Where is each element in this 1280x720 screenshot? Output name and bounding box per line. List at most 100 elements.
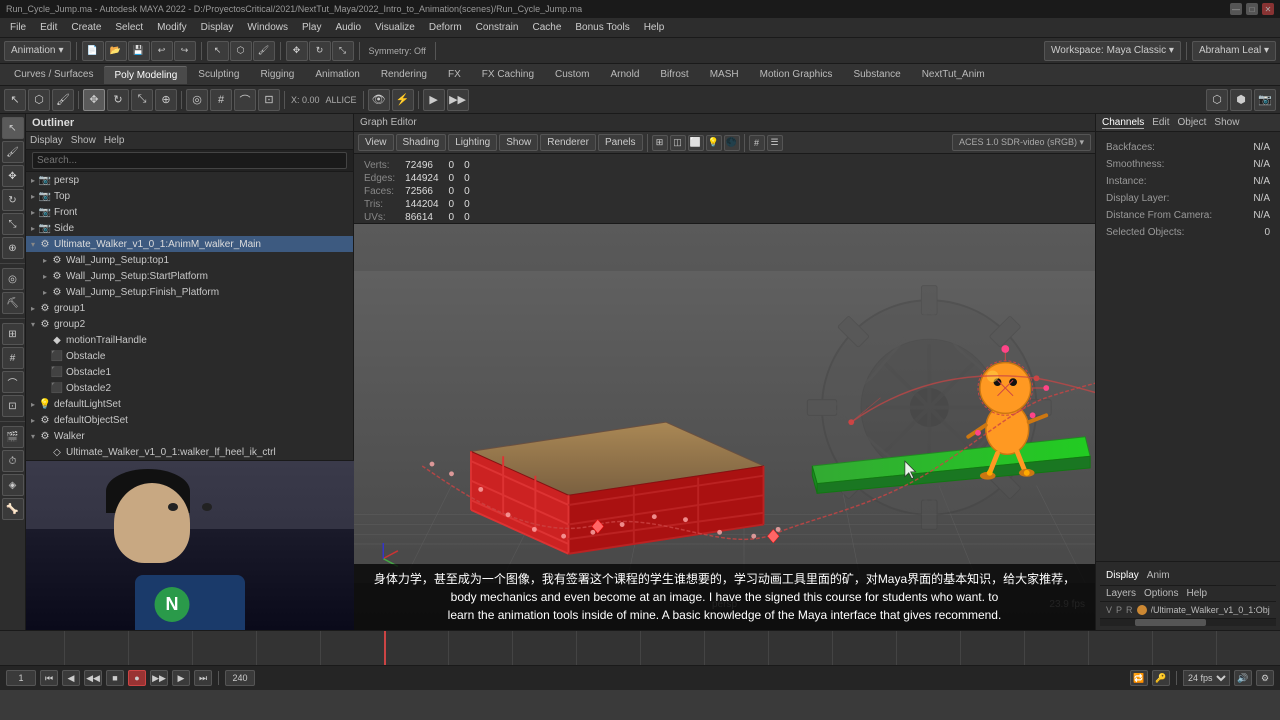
scale-tool[interactable]: ⤡	[131, 89, 153, 111]
render-frame-tool[interactable]: ▶	[423, 89, 445, 111]
go-end-btn[interactable]: ⏭	[194, 670, 212, 686]
sound-btn[interactable]: 🔊	[1234, 670, 1252, 686]
menu-display[interactable]: Display	[195, 20, 240, 35]
start-frame-input[interactable]	[6, 670, 36, 686]
help-sub[interactable]: Help	[1186, 588, 1207, 599]
channels-tab[interactable]: Channels	[1102, 117, 1144, 129]
rigging-side[interactable]: 🦴	[2, 498, 24, 520]
shadow-btn[interactable]: 🌑	[724, 135, 740, 151]
soft-select-tool[interactable]: ◎	[186, 89, 208, 111]
maximize-button[interactable]: □	[1246, 3, 1258, 15]
timeline-bar[interactable]	[0, 631, 1280, 666]
universal-tool[interactable]: ⊕	[155, 89, 177, 111]
key-btn[interactable]: 🔑	[1152, 670, 1170, 686]
grid-btn[interactable]: #	[749, 135, 765, 151]
tab-rigging[interactable]: Rigging	[250, 66, 304, 83]
tree-expand-arrow[interactable]: ▾	[28, 240, 38, 249]
tree-item-wall_jump1[interactable]: ▸⚙Wall_Jump_Setup:top1	[26, 252, 353, 268]
tree-item-persp[interactable]: ▸📷persp	[26, 172, 353, 188]
menu-modify[interactable]: Modify	[151, 20, 192, 35]
menu-bonus tools[interactable]: Bonus Tools	[569, 20, 635, 35]
view-menu[interactable]: View	[358, 134, 394, 151]
play-fwd-btn[interactable]: ▶▶	[150, 670, 168, 686]
tab-animation[interactable]: Animation	[305, 66, 369, 83]
tab-substance[interactable]: Substance	[843, 66, 910, 83]
tab-poly-modeling[interactable]: Poly Modeling	[104, 66, 187, 84]
record-btn[interactable]: ●	[128, 670, 146, 686]
new-scene-btn[interactable]: 📄	[82, 41, 104, 61]
object-tab[interactable]: Object	[1178, 117, 1207, 128]
paint-select-tool[interactable]: 🖌	[52, 89, 74, 111]
shading-menu[interactable]: Shading	[396, 134, 447, 151]
menu-edit[interactable]: Edit	[34, 20, 63, 35]
snap-curve-side[interactable]: ⌒	[2, 371, 24, 393]
show-manip-side[interactable]: ⊞	[2, 323, 24, 345]
timeline-track[interactable]	[0, 631, 1280, 665]
tab-custom[interactable]: Custom	[545, 66, 599, 83]
close-button[interactable]: ✕	[1262, 3, 1274, 15]
tab-curves---surfaces[interactable]: Curves / Surfaces	[4, 66, 103, 83]
tree-expand-arrow[interactable]: ▾	[28, 432, 38, 441]
display-tab[interactable]: Display	[1106, 570, 1139, 581]
render-seq-tool[interactable]: ▶▶	[447, 89, 469, 111]
menu-create[interactable]: Create	[65, 20, 107, 35]
tree-item-group1[interactable]: ▸⚙group1	[26, 300, 353, 316]
scale-tool-side[interactable]: ⤡	[2, 213, 24, 235]
save-btn[interactable]: 💾	[128, 41, 150, 61]
tree-expand-arrow[interactable]: ▾	[28, 320, 38, 329]
edit-tab[interactable]: Edit	[1152, 117, 1169, 128]
tab-bifrost[interactable]: Bifrost	[650, 66, 698, 83]
snap-point-side[interactable]: ⊡	[2, 395, 24, 417]
tree-expand-arrow[interactable]: ▸	[28, 304, 38, 313]
show-menu[interactable]: Show	[499, 134, 538, 151]
tab-nexttut_anim[interactable]: NextTut_Anim	[912, 66, 995, 83]
timeline-playhead[interactable]	[384, 631, 386, 665]
search-input[interactable]	[32, 152, 347, 169]
lighting-menu[interactable]: Lighting	[448, 134, 497, 151]
tree-item-defaultObjectSet[interactable]: ▸⚙defaultObjectSet	[26, 412, 353, 428]
select-tool[interactable]: ↖	[4, 89, 26, 111]
tree-item-obstacle2[interactable]: ⬛Obstacle2	[26, 380, 353, 396]
tab-arnold[interactable]: Arnold	[600, 66, 649, 83]
go-start-btn[interactable]: ⏮	[40, 670, 58, 686]
snap-point-tool[interactable]: ⊡	[258, 89, 280, 111]
layers-sub[interactable]: Layers	[1106, 588, 1136, 599]
rotate-btn[interactable]: ↻	[309, 41, 331, 61]
tree-item-obstacle1[interactable]: ⬛Obstacle1	[26, 364, 353, 380]
tree-item-wall_jump2[interactable]: ▸⚙Wall_Jump_Setup:StartPlatform	[26, 268, 353, 284]
tree-expand-arrow[interactable]: ▸	[28, 192, 38, 201]
tab-rendering[interactable]: Rendering	[371, 66, 437, 83]
options-sub[interactable]: Options	[1144, 588, 1178, 599]
tree-item-side[interactable]: ▸📷Side	[26, 220, 353, 236]
window-controls[interactable]: — □ ✕	[1230, 3, 1274, 15]
renderer-menu[interactable]: Renderer	[540, 134, 596, 151]
scale-btn[interactable]: ⤡	[332, 41, 354, 61]
tree-expand-arrow[interactable]: ▸	[28, 208, 38, 217]
tree-item-group2[interactable]: ▾⚙group2	[26, 316, 353, 332]
tree-item-motionHandle[interactable]: ◆motionTrailHandle	[26, 332, 353, 348]
undo-btn[interactable]: ↩	[151, 41, 173, 61]
mode-dropdown[interactable]: Animation ▾	[4, 41, 71, 61]
tree-expand-arrow[interactable]: ▸	[40, 256, 50, 265]
menu-select[interactable]: Select	[109, 20, 149, 35]
render-side[interactable]: 🎬	[2, 426, 24, 448]
tree-item-walker[interactable]: ▾⚙Walker	[26, 428, 353, 444]
loop-btn[interactable]: 🔁	[1130, 670, 1148, 686]
menu-constrain[interactable]: Constrain	[470, 20, 525, 35]
end-frame-input[interactable]	[225, 670, 255, 686]
snap-grid-side[interactable]: #	[2, 347, 24, 369]
settings-btn[interactable]: ⚙	[1256, 670, 1274, 686]
textured-btn[interactable]: ⬜	[688, 135, 704, 151]
rotate-tool[interactable]: ↻	[107, 89, 129, 111]
user-dropdown[interactable]: Abraham Leal ▾	[1192, 41, 1276, 61]
workspace-dropdown[interactable]: Workspace: Maya Classic ▾	[1044, 41, 1181, 61]
minimize-button[interactable]: —	[1230, 3, 1242, 15]
move-btn[interactable]: ✥	[286, 41, 308, 61]
rotate-tool-side[interactable]: ↻	[2, 189, 24, 211]
sculpt-side[interactable]: ⛏	[2, 292, 24, 314]
select-btn[interactable]: ↖	[207, 41, 229, 61]
anim-tab[interactable]: Anim	[1147, 570, 1170, 581]
tree-expand-arrow[interactable]: ▸	[28, 416, 38, 425]
lighting-btn[interactable]: 💡	[706, 135, 722, 151]
tab-fx-caching[interactable]: FX Caching	[472, 66, 544, 83]
